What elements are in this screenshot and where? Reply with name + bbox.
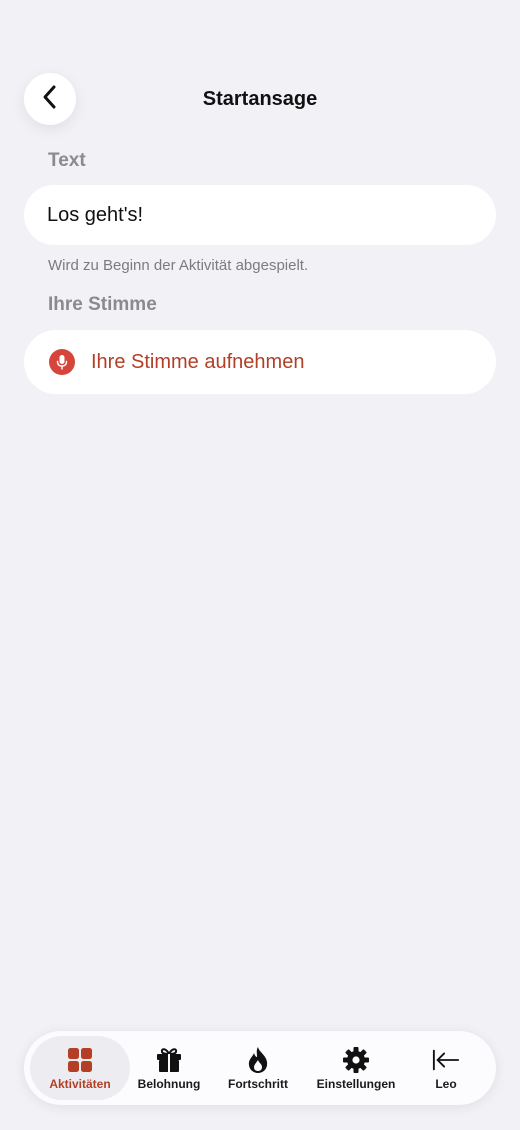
gear-icon (342, 1046, 370, 1074)
tab-label: Einstellungen (316, 1076, 396, 1091)
tab-fortschritt[interactable]: Fortschritt (218, 1036, 298, 1100)
tab-aktivitaeten[interactable]: Aktivitäten (30, 1036, 130, 1100)
page: Startansage Text Los geht's! Wird zu Beg… (0, 0, 520, 1130)
tab-belohnung[interactable]: Belohnung (130, 1036, 208, 1100)
text-section-label: Text (48, 150, 86, 171)
microphone-icon (49, 349, 75, 375)
tab-label: Aktivitäten (49, 1076, 111, 1091)
tab-einstellungen[interactable]: Einstellungen (308, 1036, 404, 1100)
grid-icon (66, 1046, 94, 1074)
helper-text: Wird zu Beginn der Aktivität abgespielt. (48, 257, 309, 274)
voice-section-label: Ihre Stimme (48, 294, 157, 315)
tab-label: Belohnung (137, 1076, 201, 1091)
record-voice-label: Ihre Stimme aufnehmen (91, 350, 305, 373)
arrow-left-bar-icon (432, 1046, 460, 1074)
bottom-tab-bar: Aktivitäten Belohnung Fortschritt Einste… (24, 1031, 496, 1105)
announcement-text-value: Los geht's! (47, 203, 144, 226)
page-title: Startansage (202, 88, 318, 110)
record-voice-button[interactable]: Ihre Stimme aufnehmen (24, 330, 496, 394)
tab-label: Fortschritt (228, 1076, 288, 1091)
flame-icon (244, 1046, 272, 1074)
tab-label: Leo (435, 1076, 457, 1091)
tab-leo[interactable]: Leo (416, 1036, 476, 1100)
gift-icon (155, 1046, 183, 1074)
announcement-text-field[interactable]: Los geht's! (24, 185, 496, 245)
